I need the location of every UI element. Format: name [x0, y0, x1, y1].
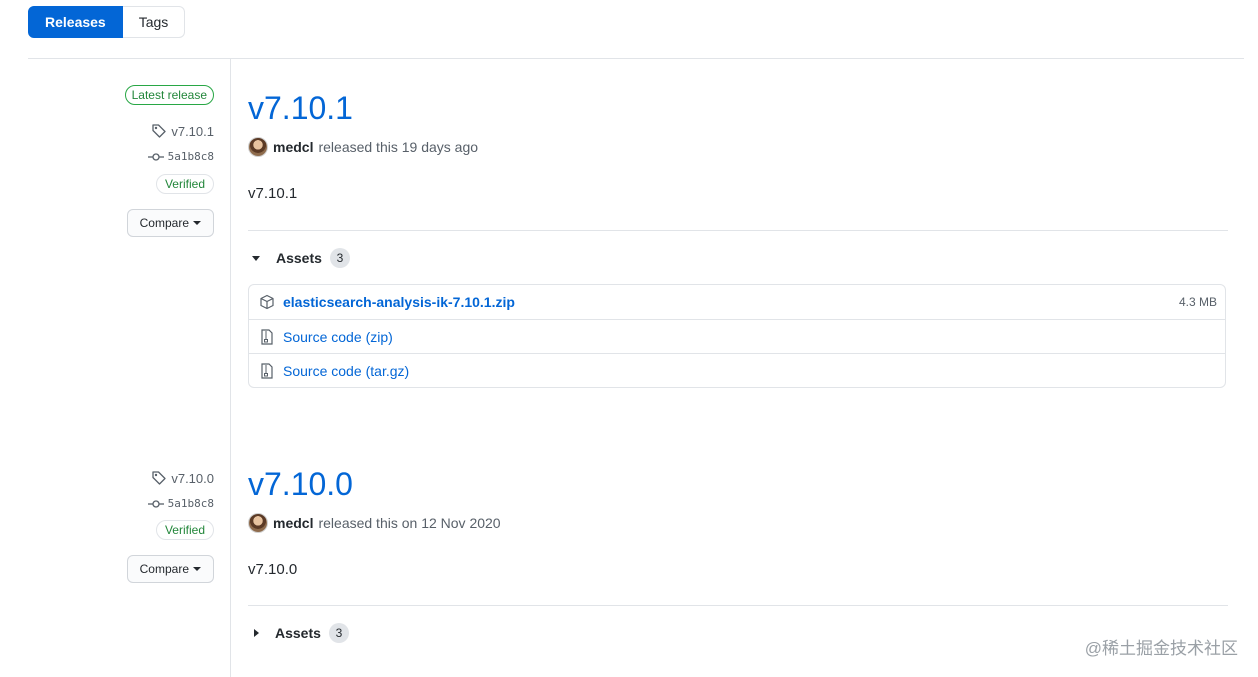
asset-row: elasticsearch-analysis-ik-7.10.1.zip 4.3… [249, 285, 1225, 319]
releases-tab[interactable]: Releases [28, 6, 123, 38]
verified-badge[interactable]: Verified [155, 520, 214, 540]
release-tag-label: v7.10.0 [171, 470, 214, 486]
asset-row: Source code (tar.gz) [249, 353, 1225, 387]
assets-label: Assets [276, 250, 322, 266]
release-commit-link[interactable]: 5a1b8c8 [147, 497, 214, 510]
release-tag-link[interactable]: v7.10.0 [151, 470, 214, 486]
release-commit-sha: 5a1b8c8 [167, 497, 214, 510]
release-byline: medcl released this on 12 Nov 2020 [248, 513, 501, 533]
asset-size: 4.3 MB [1178, 295, 1217, 309]
released-text: released this on 12 Nov 2020 [318, 515, 501, 531]
release-title-link[interactable]: v7.10.0 [248, 464, 353, 504]
release-tag-link[interactable]: v7.10.1 [151, 123, 214, 139]
asset-row: Source code (zip) [249, 319, 1225, 353]
author-link[interactable]: medcl [273, 139, 313, 155]
source-code-targz-suffix[interactable]: (tar.gz) [366, 363, 410, 379]
verified-badge-wrap: Verified [155, 174, 214, 194]
timeline-divider [230, 58, 231, 677]
releases-tags-subnav: Releases Tags [28, 6, 186, 38]
verified-badge-wrap: Verified [155, 520, 214, 540]
verified-badge[interactable]: Verified [155, 174, 214, 194]
release-description: v7.10.1 [248, 185, 298, 202]
latest-release-badge-wrap: Latest release [124, 85, 214, 105]
triangle-right-icon [254, 629, 259, 637]
triangle-down-icon [252, 255, 260, 261]
asset-download-link[interactable]: elasticsearch-analysis-ik-7.10.1.zip [283, 294, 515, 310]
assets-list: elasticsearch-analysis-ik-7.10.1.zip 4.3… [248, 284, 1226, 388]
release-divider [248, 605, 1228, 606]
file-zip-icon [259, 362, 275, 379]
assets-count: 3 [328, 623, 349, 643]
compare-label: Compare [139, 562, 189, 576]
source-code-zip-link[interactable]: Source code [283, 329, 362, 345]
release-title-link[interactable]: v7.10.1 [248, 88, 353, 128]
caret-down-icon [193, 567, 201, 571]
tag-icon [152, 124, 166, 138]
avatar[interactable] [248, 513, 268, 533]
assets-count: 3 [329, 248, 350, 268]
source-code-zip-suffix[interactable]: (zip) [366, 329, 393, 345]
compare-button[interactable]: Compare [126, 555, 214, 583]
release-commit-sha: 5a1b8c8 [167, 150, 214, 163]
compare-button[interactable]: Compare [126, 209, 214, 237]
file-zip-icon [259, 328, 275, 345]
release-description: v7.10.0 [248, 561, 298, 578]
compare-label: Compare [139, 216, 189, 230]
author-link[interactable]: medcl [273, 515, 313, 531]
assets-toggle[interactable]: Assets 3 [252, 248, 350, 268]
assets-toggle[interactable]: Assets 3 [252, 623, 349, 643]
avatar[interactable] [248, 137, 268, 157]
release-tag-label: v7.10.1 [171, 123, 214, 139]
source-code-targz-link[interactable]: Source code [283, 363, 362, 379]
release-commit-link[interactable]: 5a1b8c8 [147, 150, 214, 163]
git-commit-icon [147, 499, 164, 508]
latest-release-badge: Latest release [124, 85, 214, 105]
release-byline: medcl released this 19 days ago [248, 137, 478, 157]
assets-label: Assets [275, 625, 321, 641]
compare-wrap: Compare [126, 555, 214, 583]
top-divider [28, 58, 1244, 59]
release-divider [248, 230, 1228, 231]
package-icon [259, 294, 275, 310]
released-text: released this 19 days ago [318, 139, 479, 155]
tag-icon [152, 471, 166, 485]
caret-down-icon [193, 221, 201, 225]
tags-tab[interactable]: Tags [122, 6, 186, 38]
watermark: @稀土掘金技术社区 [1084, 639, 1238, 658]
compare-wrap: Compare [126, 209, 214, 237]
git-commit-icon [147, 152, 164, 161]
